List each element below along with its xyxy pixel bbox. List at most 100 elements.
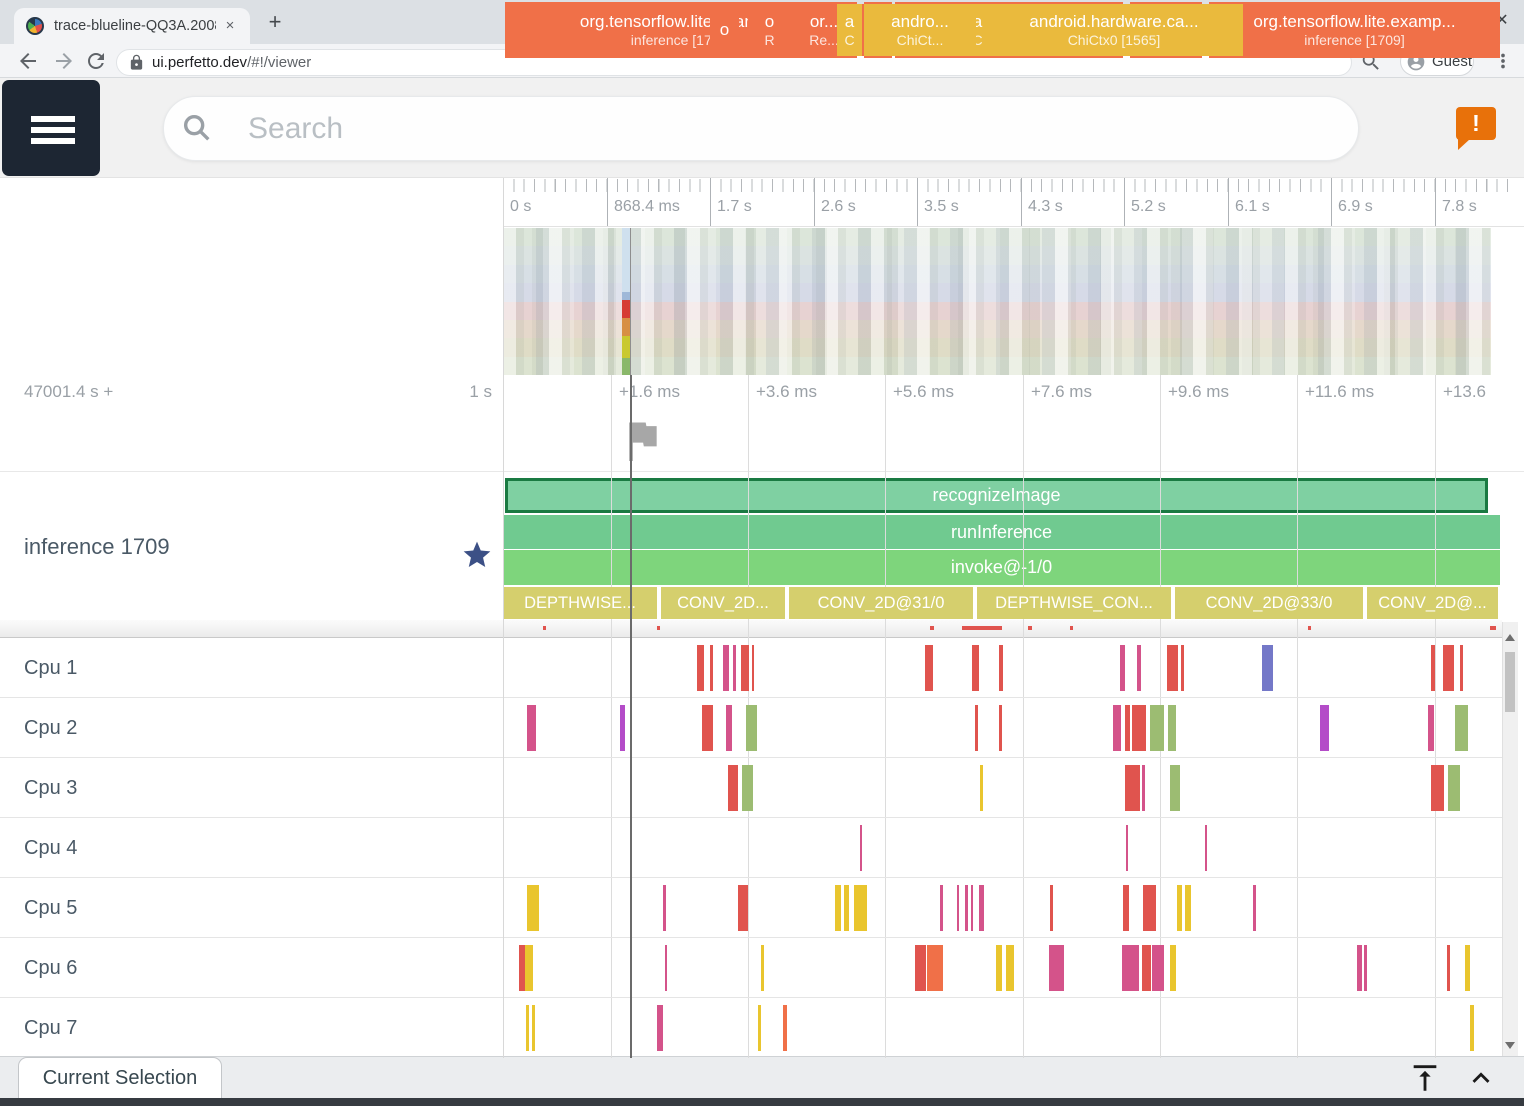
cpu-slice[interactable] — [741, 645, 749, 691]
cpu-slice[interactable] — [1364, 945, 1367, 991]
cpu-slice[interactable] — [1167, 645, 1178, 691]
cpu-slice[interactable] — [915, 945, 926, 991]
slice-conv[interactable]: DEPTHWISE_CON... — [977, 587, 1173, 619]
cpu-slice[interactable] — [783, 1005, 787, 1051]
cpu-slice[interactable] — [697, 645, 704, 691]
cpu-slice[interactable] — [835, 885, 841, 931]
cpu-slice[interactable]: oR — [748, 4, 791, 56]
cpu-slice[interactable] — [1448, 765, 1460, 811]
hamburger-menu-button[interactable] — [2, 80, 100, 176]
cpu-slice[interactable] — [1262, 645, 1273, 691]
browser-tab[interactable]: trace-blueline-QQ3A.200805 × — [14, 8, 250, 44]
cpu-slice[interactable]: o — [710, 4, 739, 56]
search-input[interactable] — [246, 104, 1146, 154]
cpu-slice[interactable] — [1320, 705, 1329, 751]
cpu-slice[interactable] — [525, 945, 533, 991]
cpu-slice[interactable] — [1455, 705, 1468, 751]
error-bubble-icon[interactable]: ! — [1456, 107, 1496, 140]
cpu-slice[interactable] — [710, 645, 713, 691]
cpu-slice[interactable] — [1443, 645, 1454, 691]
cpu-slice[interactable] — [1113, 705, 1121, 751]
scroll-up-icon[interactable] — [1505, 634, 1515, 641]
cpu-slice[interactable] — [1431, 765, 1444, 811]
cpu-slice[interactable] — [1123, 885, 1129, 931]
scroll-down-icon[interactable] — [1505, 1042, 1515, 1049]
cpu-slice[interactable] — [999, 645, 1003, 691]
reload-icon[interactable] — [84, 49, 108, 73]
slice-conv[interactable]: CONV_2D@31/0 — [789, 587, 975, 619]
cpu-slice[interactable] — [854, 885, 867, 931]
cpu-slice[interactable] — [1006, 945, 1014, 991]
cpu-slice[interactable] — [957, 885, 959, 931]
cpu-slice[interactable] — [738, 885, 748, 931]
cpu-slice[interactable] — [979, 885, 984, 931]
cpu-slice[interactable] — [527, 885, 539, 931]
scrollbar-thumb[interactable] — [1505, 652, 1515, 712]
slice-conv[interactable]: DEPTHWISE... — [503, 587, 659, 619]
cpu-slice[interactable] — [1049, 945, 1064, 991]
slice-conv[interactable]: CONV_2D... — [661, 587, 787, 619]
cpu-slice[interactable] — [657, 1005, 663, 1051]
cpu-slice[interactable] — [1170, 945, 1176, 991]
cpu-slice[interactable] — [1177, 885, 1182, 931]
cpu-slice[interactable] — [761, 945, 764, 991]
flag-marker-icon[interactable] — [620, 414, 664, 464]
cpu-slice[interactable] — [980, 765, 983, 811]
cpu-slice[interactable] — [1460, 645, 1463, 691]
cpu-slice[interactable] — [742, 765, 753, 811]
cpu-slice[interactable] — [726, 705, 732, 751]
slice-conv[interactable]: CONV_2D@... — [1367, 587, 1500, 619]
cpu-slice[interactable] — [1170, 765, 1180, 811]
cpu-slice[interactable] — [1181, 645, 1184, 691]
cpu-slice[interactable] — [746, 705, 757, 751]
chevron-up-icon[interactable] — [1464, 1061, 1498, 1095]
slice-conv[interactable]: CONV_2D@33/0 — [1175, 587, 1365, 619]
cpu-slice[interactable] — [1143, 885, 1156, 931]
cpu-slice[interactable] — [702, 705, 713, 751]
cpu-slice[interactable] — [999, 705, 1002, 751]
cpu-slice[interactable] — [1357, 945, 1362, 991]
slice-runInference[interactable]: runInference — [503, 515, 1500, 549]
cpu-slice[interactable] — [1431, 645, 1435, 691]
cpu-slice[interactable] — [1120, 645, 1125, 691]
cpu-slice[interactable] — [532, 1005, 535, 1051]
cpu-slice[interactable] — [1142, 945, 1151, 991]
cpu-slice[interactable] — [1126, 825, 1128, 871]
cpu-slice[interactable] — [1142, 765, 1145, 811]
cpu-slice[interactable] — [1205, 825, 1207, 871]
forward-icon[interactable] — [52, 49, 76, 73]
cpu-slice[interactable] — [1168, 705, 1176, 751]
cpu-slice[interactable] — [728, 765, 738, 811]
tab-close-icon[interactable]: × — [220, 16, 240, 36]
cpu-slice[interactable] — [940, 885, 943, 931]
cpu-slice[interactable] — [996, 945, 1002, 991]
cpu-slice[interactable] — [1125, 705, 1130, 751]
cpu-slice[interactable] — [663, 885, 666, 931]
cpu-slice[interactable] — [1253, 885, 1256, 931]
cpu-slice[interactable] — [527, 705, 536, 751]
cpu-slice[interactable] — [965, 885, 968, 931]
cpu-slice[interactable]: org.tensorflow.lite.examp...inference [1… — [1209, 2, 1500, 58]
cpu-slice[interactable] — [665, 945, 667, 991]
cpu-slice[interactable] — [620, 705, 625, 751]
back-icon[interactable] — [16, 49, 40, 73]
cpu-slice[interactable] — [1470, 1005, 1474, 1051]
cpu-slice[interactable] — [1152, 945, 1164, 991]
cpu-slice[interactable] — [860, 825, 862, 871]
cpu-slice[interactable] — [1428, 705, 1434, 751]
pin-star-icon[interactable] — [461, 539, 493, 571]
cpu-slice[interactable] — [1447, 945, 1450, 991]
cpu-slice[interactable] — [1465, 945, 1470, 991]
cpu-slice[interactable] — [733, 645, 736, 691]
slice-recognizeImage[interactable]: recognizeImage — [505, 478, 1488, 513]
current-selection-tab[interactable]: Current Selection — [18, 1057, 222, 1098]
cpu-slice[interactable] — [1122, 945, 1139, 991]
cpu-slice[interactable] — [844, 885, 849, 931]
cpu-slice[interactable] — [752, 645, 754, 691]
cpu-slice[interactable] — [1132, 705, 1146, 751]
new-tab-button[interactable]: + — [262, 10, 288, 36]
cpu-slice[interactable] — [925, 645, 933, 691]
cpu-slice[interactable]: aC — [837, 4, 862, 56]
cpu-slice[interactable] — [1050, 885, 1053, 931]
vertical-align-top-icon[interactable] — [1408, 1061, 1442, 1095]
